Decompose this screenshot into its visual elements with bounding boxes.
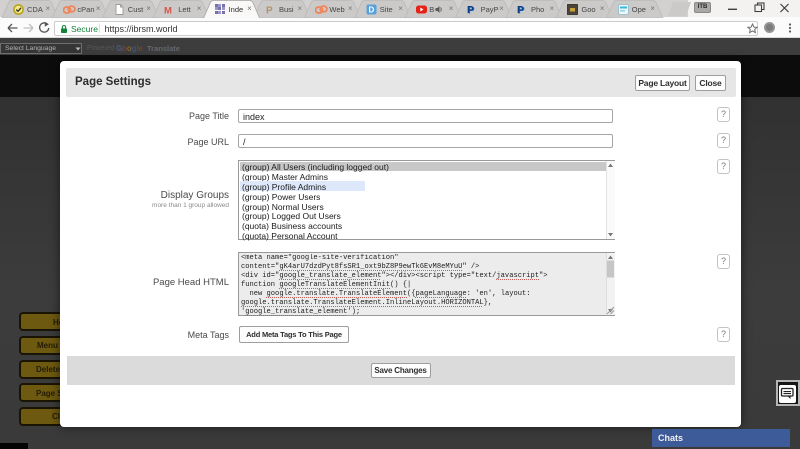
svg-text:D: D [368, 6, 374, 15]
svg-text:P: P [467, 5, 474, 15]
svg-text:P: P [517, 5, 524, 15]
svg-text:M: M [164, 6, 172, 16]
svg-text:P: P [266, 6, 273, 16]
